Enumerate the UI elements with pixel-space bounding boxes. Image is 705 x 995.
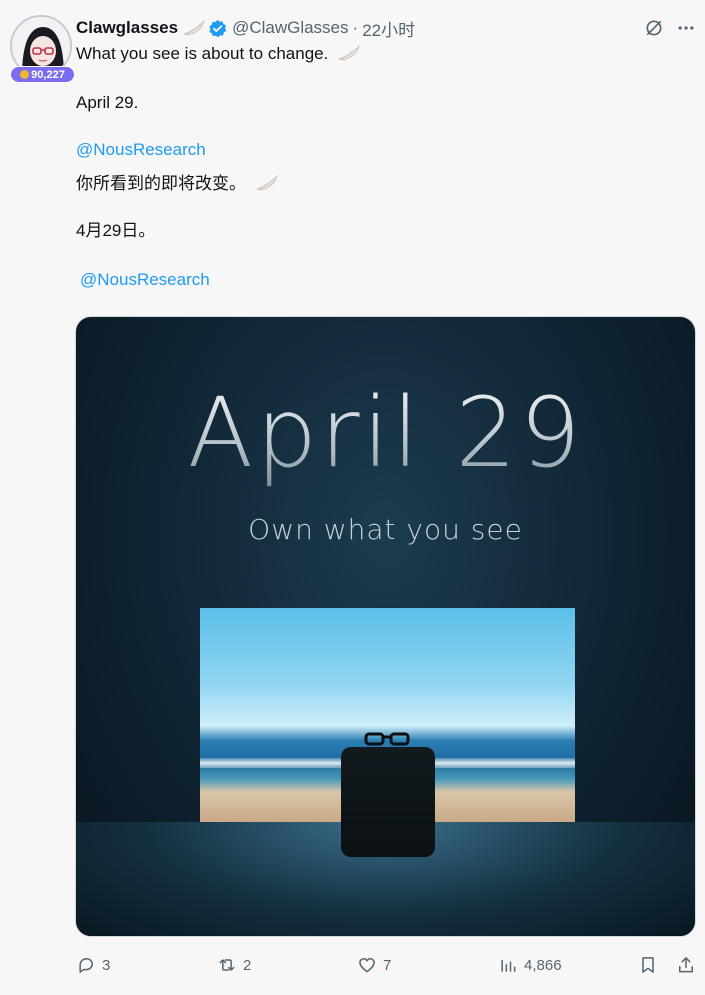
author-handle[interactable]: @ClawGlasses <box>232 18 348 38</box>
views-button[interactable]: 4,866 <box>498 953 562 977</box>
badge-count: 90,227 <box>31 68 65 81</box>
coin-icon <box>20 70 30 79</box>
reply-icon <box>79 958 93 973</box>
tweet-text: 你所看到的即将改变。 <box>76 174 246 193</box>
like-count: 7 <box>383 956 392 974</box>
like-icon <box>359 958 375 973</box>
reply-count: 3 <box>102 956 111 974</box>
wing-emoji-icon <box>256 174 278 191</box>
verified-icon[interactable] <box>208 19 227 38</box>
tweet-text: What you see is about to change. <box>76 44 329 63</box>
grok-icon[interactable] <box>644 18 664 38</box>
image-title: April 29 <box>76 377 695 489</box>
separator-dot: · <box>352 18 359 37</box>
bookmark-button[interactable] <box>638 953 658 977</box>
pedestal <box>341 747 435 857</box>
repost-count: 2 <box>243 956 252 974</box>
tweet-text-line: April 29. <box>76 93 139 112</box>
tweet-text-line: 你所看到的即将改变。 <box>76 173 279 195</box>
repost-icon <box>219 959 235 971</box>
share-icon <box>679 957 693 973</box>
mention-link[interactable]: @NousResearch <box>76 139 206 161</box>
author-name[interactable]: Clawglasses <box>76 18 178 38</box>
mention-link[interactable]: @NousResearch <box>80 269 210 291</box>
tweet-text-line: 4月29日。 <box>76 221 156 240</box>
wing-emoji-icon <box>338 44 360 61</box>
tweet: 90,227 Clawglasses @ClawGlasses · 22小时 W… <box>0 0 705 995</box>
view-count: 4,866 <box>524 956 562 974</box>
tweet-header: Clawglasses @ClawGlasses · 22小时 <box>76 16 415 41</box>
reply-button[interactable]: 3 <box>76 953 110 977</box>
bookmark-icon <box>642 957 654 973</box>
follower-badge: 90,227 <box>10 66 75 83</box>
more-icon[interactable] <box>676 18 696 38</box>
like-button[interactable]: 7 <box>357 953 391 977</box>
wing-emoji-icon <box>183 19 205 36</box>
share-button[interactable] <box>676 953 696 977</box>
tweet-text-line: What you see is about to change. <box>76 43 361 65</box>
views-icon <box>501 960 516 972</box>
tweet-image[interactable]: April 29 Own what you see <box>75 316 696 937</box>
image-subtitle: Own what you see <box>248 513 523 546</box>
repost-button[interactable]: 2 <box>217 953 251 977</box>
timestamp[interactable]: 22小时 <box>362 16 415 41</box>
glasses-icon <box>364 732 410 746</box>
